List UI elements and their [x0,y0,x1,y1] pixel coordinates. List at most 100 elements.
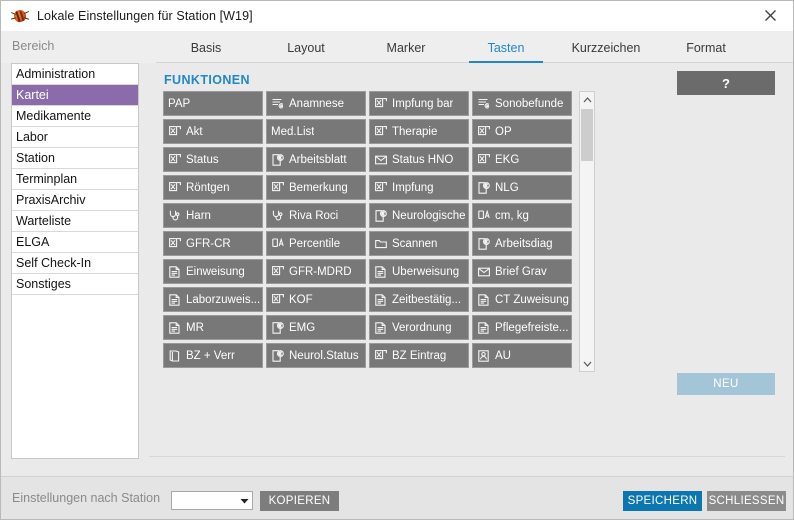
function-button[interactable]: Med.List [266,119,366,144]
function-button[interactable]: AU [472,343,572,368]
function-button[interactable]: Einweisung [163,259,263,284]
window-title: Lokale Einstellungen für Station [W19] [37,9,253,23]
function-button[interactable]: Pflegefreiste... [472,315,572,340]
function-button[interactable]: Arbeitsdiag [472,231,572,256]
list-euro-icon [477,97,490,110]
function-button-label: Überweisung [392,265,460,278]
function-button-label: BZ + Verr [186,349,235,362]
function-button-label: Riva Roci [289,209,339,222]
function-button[interactable]: Harn [163,203,263,228]
scrollbar-thumb[interactable] [581,109,593,161]
speichern-button[interactable]: SPEICHERN [623,491,702,511]
kopieren-button[interactable]: KOPIEREN [260,491,339,511]
function-button[interactable]: Verordnung [369,315,469,340]
function-button[interactable]: Arbeitsblatt [266,147,366,172]
function-button[interactable]: KOF [266,287,366,312]
chevron-down-icon[interactable] [236,498,252,504]
sidebar-item-station[interactable]: Station [12,148,138,169]
function-button-label: Impfung bar [392,97,454,110]
function-button-label: Pflegefreiste... [495,321,569,334]
function-button-label: cm, kg [495,209,529,222]
function-button-label: GFR-MDRD [289,265,352,278]
function-button-label: EKG [495,153,520,166]
function-button[interactable]: NLG [472,175,572,200]
function-button[interactable]: Scannen [369,231,469,256]
function-button[interactable]: OP [472,119,572,144]
sidebar-item-kartei[interactable]: Kartei [12,85,138,106]
function-button[interactable]: Brief Grav [472,259,572,284]
tab-tasten[interactable]: Tasten [456,41,556,63]
function-button[interactable]: Laborzuweis... [163,287,263,312]
function-button[interactable]: GFR-MDRD [266,259,366,284]
function-button-label: Sonobefunde [495,97,564,110]
function-button[interactable]: cm, kg [472,203,572,228]
neu-button[interactable]: NEU [677,373,775,395]
book-icon [168,349,181,362]
sidebar-item-warteliste[interactable]: Warteliste [12,211,138,232]
image-text-icon [374,125,387,138]
sidebar-item-terminplan[interactable]: Terminplan [12,169,138,190]
function-button[interactable]: Überweisung [369,259,469,284]
tab-layout[interactable]: Layout [256,41,356,62]
station-select[interactable] [171,491,253,510]
function-button[interactable]: Percentile [266,231,366,256]
function-button[interactable]: Neurologische [369,203,469,228]
function-button[interactable]: Impfung [369,175,469,200]
function-button[interactable]: Status HNO [369,147,469,172]
function-button[interactable]: GFR-CR [163,231,263,256]
function-button[interactable]: BZ + Verr [163,343,263,368]
bereich-label: Bereich [12,39,55,53]
chevron-down-icon[interactable] [580,356,594,371]
bug-icon [10,7,30,25]
function-button-label: Verordnung [392,321,452,334]
image-text-icon [477,153,490,166]
function-button[interactable]: PAP [163,91,263,116]
tab-basis[interactable]: Basis [156,41,256,62]
tab-format[interactable]: Format [656,41,756,62]
function-button-label: Status [186,153,219,166]
function-button-label: Röntgen [186,181,230,194]
sidebar-item-praxisarchiv[interactable]: PraxisArchiv [12,190,138,211]
function-button[interactable]: Zeitbestätig... [369,287,469,312]
sidebar-item-sonstiges[interactable]: Sonstiges [12,274,138,295]
function-button[interactable]: CT Zuweisung [472,287,572,312]
function-button[interactable]: Impfung bar [369,91,469,116]
function-button[interactable]: Röntgen [163,175,263,200]
function-grid-scrollbar[interactable] [579,91,595,372]
tasten-panel: FUNKTIONEN PAP Anamnese Impfung bar Sonobef… [149,63,793,459]
sidebar-item-medikamente[interactable]: Medikamente [12,106,138,127]
sidebar-item-labor[interactable]: Labor [12,127,138,148]
sidebar-item-administration[interactable]: Administration [12,64,138,85]
tab-marker[interactable]: Marker [356,41,456,62]
title-bar: Lokale Einstellungen für Station [W19] [1,1,793,32]
bereich-list[interactable]: Administration Kartei Medikamente Labor … [11,63,139,459]
form-icon [374,293,387,306]
function-button[interactable]: Neurol.Status [266,343,366,368]
function-button-label: CT Zuweisung [495,293,569,306]
schliessen-button[interactable]: SCHLIESSEN [707,491,786,511]
function-button[interactable]: Riva Roci [266,203,366,228]
sidebar-item-self-check-in[interactable]: Self Check-In [12,253,138,274]
function-button-label: Arbeitsdiag [495,237,553,250]
function-button[interactable]: Akt [163,119,263,144]
function-button-label: Neurologische [392,209,466,222]
sidebar-item-elga[interactable]: ELGA [12,232,138,253]
help-button[interactable]: ? [677,71,775,95]
function-button[interactable]: Therapie [369,119,469,144]
page-euro-icon [477,181,490,194]
page-euro-icon [374,209,387,222]
function-button[interactable]: Status [163,147,263,172]
function-button-label: Anamnese [289,97,344,110]
function-button[interactable]: BZ Eintrag [369,343,469,368]
function-button[interactable]: Sonobefunde [472,91,572,116]
close-icon[interactable] [748,1,793,30]
function-button[interactable]: MR [163,315,263,340]
tab-kurzzeichen[interactable]: Kurzzeichen [556,41,656,62]
function-button[interactable]: Anamnese [266,91,366,116]
chevron-up-icon[interactable] [580,92,594,107]
function-button[interactable]: EKG [472,147,572,172]
function-button[interactable]: Bemerkung [266,175,366,200]
form-icon [477,321,490,334]
function-button-label: Med.List [271,125,315,138]
function-button[interactable]: EMG [266,315,366,340]
